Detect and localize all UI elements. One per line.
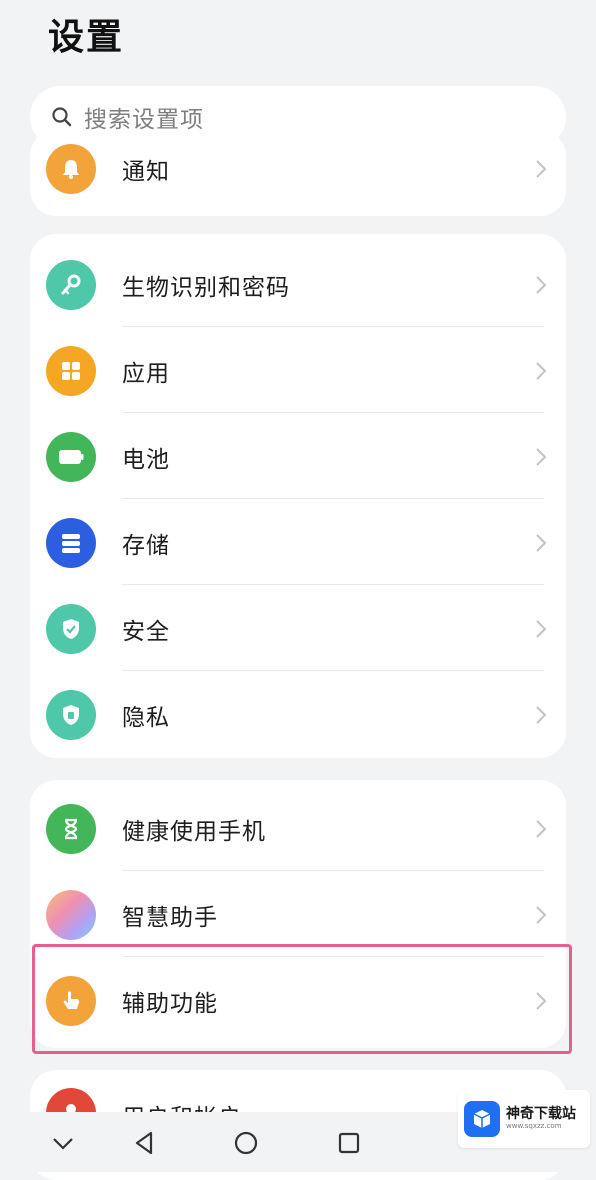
watermark-logo-icon — [464, 1101, 500, 1137]
settings-item-label: 存储 — [122, 533, 170, 559]
settings-item-label: 通知 — [122, 159, 170, 185]
chevron-right-icon — [536, 160, 547, 178]
back-icon[interactable] — [132, 1130, 158, 1156]
settings-item-label: 健康使用手机 — [122, 819, 266, 845]
divider — [122, 498, 544, 499]
chevron-right-icon — [536, 620, 547, 638]
settings-item-digital-balance[interactable]: 健康使用手机 — [30, 786, 566, 872]
settings-item-security[interactable]: 安全 — [30, 586, 566, 672]
chevron-right-icon — [536, 906, 547, 924]
settings-item-label: 生物识别和密码 — [122, 275, 290, 301]
watermark-text: 神奇下载站 www.sqxzz.com — [506, 1107, 576, 1130]
settings-item-battery[interactable]: 电池 — [30, 414, 566, 500]
smart-assistant-icon — [46, 890, 96, 940]
privacy-shield-icon — [46, 690, 96, 740]
search-icon — [52, 107, 72, 127]
search-placeholder: 搜索设置项 — [84, 107, 204, 133]
chevron-right-icon — [536, 534, 547, 552]
collapse-icon[interactable] — [50, 1130, 76, 1156]
divider — [122, 670, 544, 671]
settings-item-label: 智慧助手 — [122, 905, 218, 931]
settings-group-device: 生物识别和密码 应用 电池 存储 安全 隐私 — [30, 234, 566, 758]
chevron-right-icon — [536, 276, 547, 294]
hourglass-icon — [46, 804, 96, 854]
settings-item-storage[interactable]: 存储 — [30, 500, 566, 586]
settings-item-label: 安全 — [122, 619, 170, 645]
settings-item-label: 电池 — [122, 447, 170, 473]
chevron-right-icon — [536, 362, 547, 380]
chevron-right-icon — [536, 448, 547, 466]
shield-icon — [46, 604, 96, 654]
home-icon[interactable] — [233, 1130, 259, 1156]
watermark-brand: 神奇下载站 — [506, 1106, 576, 1123]
settings-item-apps[interactable]: 应用 — [30, 328, 566, 414]
chevron-right-icon — [536, 820, 547, 838]
settings-item-privacy[interactable]: 隐私 — [30, 672, 566, 758]
settings-item-label: 隐私 — [122, 705, 170, 731]
storage-icon — [46, 518, 96, 568]
settings-item-biometrics[interactable]: 生物识别和密码 — [30, 242, 566, 328]
divider — [122, 412, 544, 413]
chevron-right-icon — [536, 706, 547, 724]
divider — [122, 584, 544, 585]
page-title: 设置 — [48, 17, 125, 58]
divider — [122, 870, 544, 871]
highlight-box — [32, 944, 572, 1054]
watermark-badge: 神奇下载站 www.sqxzz.com — [458, 1090, 590, 1148]
divider — [122, 326, 544, 327]
key-icon — [46, 260, 96, 310]
battery-icon — [46, 432, 96, 482]
recents-icon[interactable] — [336, 1130, 362, 1156]
settings-item-notifications[interactable]: 通知 — [30, 130, 566, 212]
apps-grid-icon — [46, 346, 96, 396]
watermark-url: www.sqxzz.com — [506, 1121, 562, 1130]
settings-item-label: 应用 — [122, 361, 170, 387]
bell-icon — [46, 144, 96, 194]
settings-group-notifications: 通知 — [30, 130, 566, 216]
